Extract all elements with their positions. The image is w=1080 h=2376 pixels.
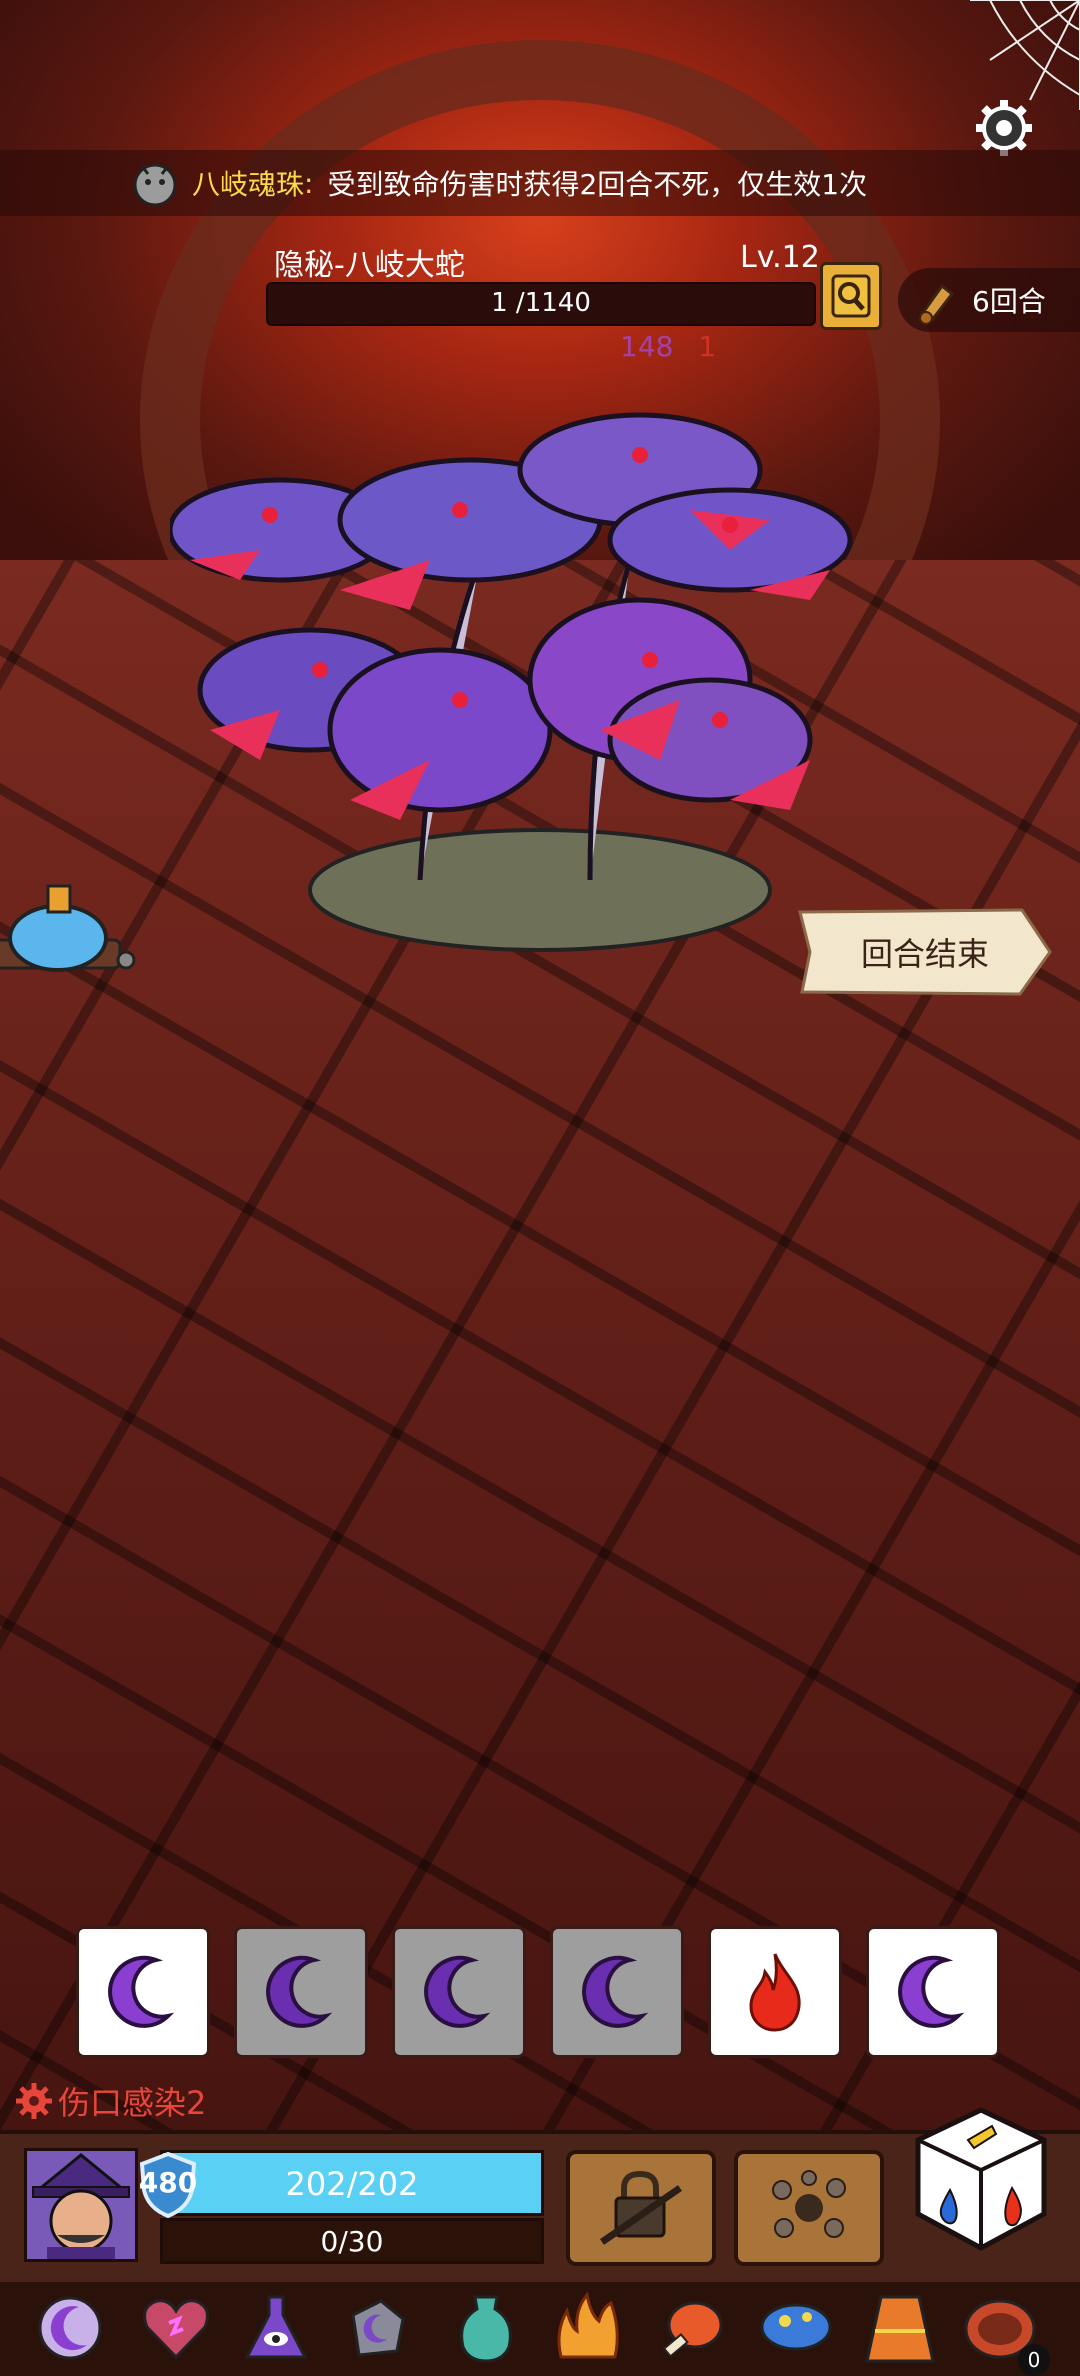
item-slot-1[interactable]: [30, 2286, 110, 2370]
boss-hp-bar: 1 /1140: [266, 282, 816, 326]
mushroom-icon: [760, 2303, 832, 2351]
dice-slot-2[interactable]: [234, 1926, 368, 2058]
turn-counter: 6回合: [898, 268, 1080, 332]
cloak-icon: [865, 2295, 935, 2363]
player-xp-text: 0/30: [320, 2225, 384, 2258]
relic-description: 受到致命伤害时获得2回合不死，仅生效1次: [327, 168, 868, 201]
item-slot-7[interactable]: [652, 2286, 732, 2370]
item-slot-8[interactable]: [756, 2286, 836, 2370]
end-turn-label: 回合结束: [860, 935, 989, 973]
scroll-icon: [919, 283, 955, 325]
stone-moon-icon: [351, 2299, 405, 2357]
yamata-serpent-monster[interactable]: [170, 400, 910, 960]
relic-name: 八岐魂珠: [192, 168, 305, 201]
dice-slot-5[interactable]: [708, 1926, 842, 2058]
battle-scene: 八岐魂珠 : 受到致命伤害时获得2回合不死，仅生效1次 隐秘-八岐大蛇 Lv.1…: [0, 0, 1080, 2376]
lock-skill-button[interactable]: [566, 2150, 716, 2266]
item-slot-2[interactable]: [136, 2286, 216, 2370]
vase-icon: [460, 2295, 512, 2363]
items-count-badge: 0: [1018, 2344, 1050, 2376]
debuff-status[interactable]: 伤口感染2: [14, 2078, 206, 2124]
dice-slot-6[interactable]: [866, 1926, 1000, 2058]
player-shield-value: 480: [138, 2166, 198, 2199]
moon-icon: [108, 1955, 175, 2028]
boss-hp-text: 1 /1140: [491, 288, 591, 318]
boss-name: 隐秘-八岐大蛇: [274, 248, 465, 283]
item-slot-3[interactable]: [236, 2286, 316, 2370]
dice-slot-1[interactable]: [76, 1926, 210, 2058]
item-slot-6[interactable]: [548, 2286, 628, 2370]
moon-relic-icon: [38, 2296, 102, 2360]
moon-icon: [898, 1955, 965, 2028]
item-slot-9[interactable]: [860, 2286, 940, 2370]
cobweb-icon: [970, 0, 1080, 110]
boss-debuff-value: 1: [698, 330, 717, 363]
orb-relic-icon: [133, 163, 177, 207]
dice-slot-row: [76, 1926, 1006, 2062]
moon-icon: [424, 1955, 491, 2028]
boss-attack-value: 148: [620, 330, 674, 363]
item-slot-5[interactable]: [446, 2286, 526, 2370]
boss-level: Lv.12: [740, 240, 820, 275]
end-turn-button[interactable]: 回合结束: [796, 906, 1054, 998]
player-avatar[interactable]: [24, 2148, 138, 2262]
fire-icon: [749, 1953, 801, 2032]
roll-dice-button[interactable]: [912, 2104, 1050, 2254]
magnifier-icon: [831, 274, 871, 318]
wound-infection-icon: [16, 2083, 52, 2119]
bomb-skill-button[interactable]: [734, 2150, 884, 2266]
gear-icon: [976, 100, 1032, 156]
flame-icon: [557, 2291, 619, 2359]
eye-flask-icon: [244, 2295, 308, 2359]
inspect-button[interactable]: [820, 262, 882, 330]
heart-icon: [143, 2299, 209, 2360]
moon-icon: [266, 1955, 333, 2028]
debuff-label: 伤口感染2: [58, 2084, 207, 2122]
turn-count-text: 6回合: [972, 285, 1046, 318]
lock-sword-icon: [600, 2170, 682, 2245]
player-xp-bar: 0/30: [160, 2218, 544, 2264]
relic-hint-bar: 八岐魂珠 : 受到致命伤害时获得2回合不死，仅生效1次: [0, 150, 1080, 216]
potion-flask-icon[interactable]: [0, 870, 140, 1000]
relic-separator: :: [304, 166, 314, 200]
item-slot-4[interactable]: [336, 2286, 416, 2370]
player-hp-text: 202/202: [285, 2165, 419, 2203]
dice-slot-4[interactable]: [550, 1926, 684, 2058]
explosion-icon: [772, 2170, 846, 2238]
player-hp-bar: 202/202: [160, 2150, 544, 2216]
dice-slot-3[interactable]: [392, 1926, 526, 2058]
moon-icon: [582, 1955, 649, 2028]
meat-icon: [662, 2301, 723, 2358]
boss-intent: 148 1: [620, 330, 716, 363]
